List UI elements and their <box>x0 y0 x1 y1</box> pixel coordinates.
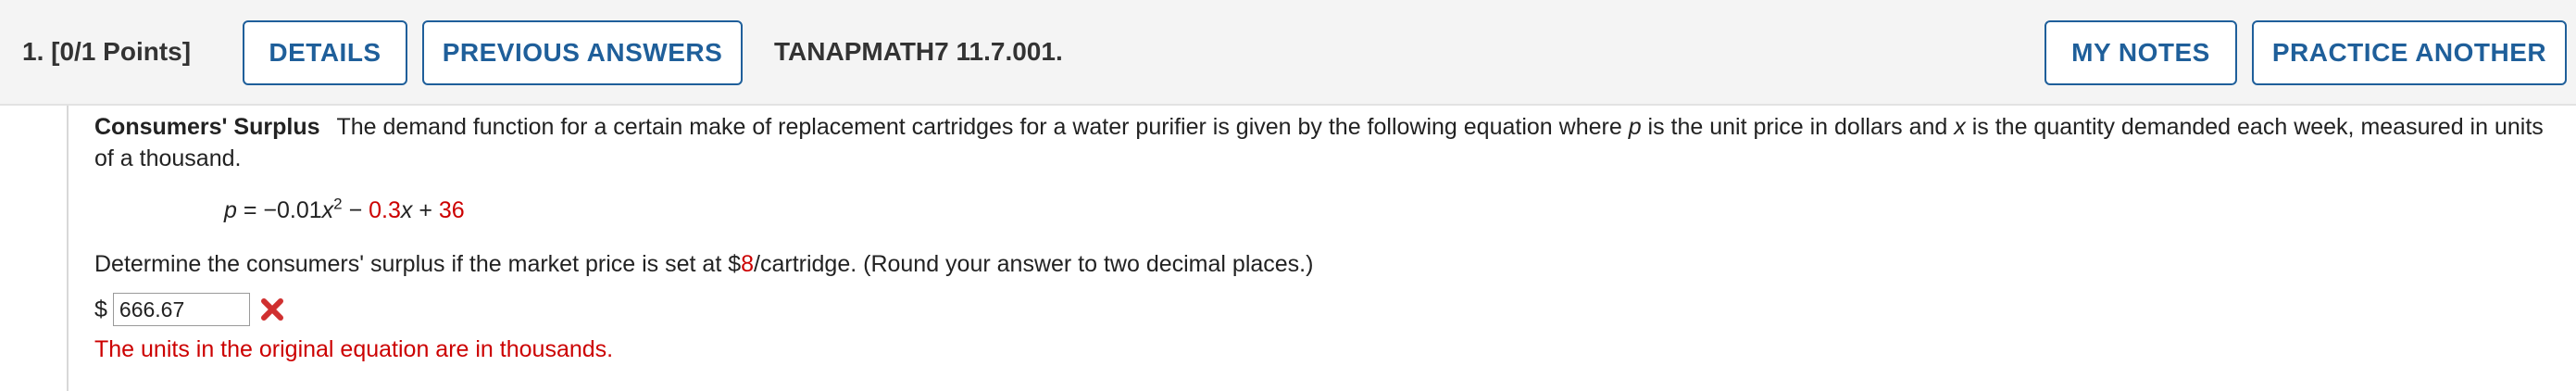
details-button[interactable]: DETAILS <box>243 20 407 85</box>
equation-x-squared-var: x <box>321 197 334 223</box>
question-text-2: /cartridge. (Round your answer to two de… <box>754 251 1314 277</box>
problem-id: TANAPMATH7 11.7.001. <box>774 37 1063 66</box>
equation-exponent: 2 <box>333 195 343 213</box>
problem-title: Consumers' Surplus <box>94 114 320 140</box>
answer-input[interactable] <box>112 293 250 326</box>
question-header: 1. [0/1 Points] DETAILS PREVIOUS ANSWERS… <box>0 0 2576 106</box>
equation-linear-coefficient: 0.3 <box>369 197 401 223</box>
practice-another-button[interactable]: PRACTICE ANOTHER <box>2252 20 2567 85</box>
question-page: 1. [0/1 Points] DETAILS PREVIOUS ANSWERS… <box>0 0 2576 391</box>
feedback-message: The units in the original equation are i… <box>94 336 614 362</box>
currency-symbol: $ <box>94 296 107 322</box>
equation-constant: 36 <box>438 197 465 223</box>
previous-answers-button[interactable]: PREVIOUS ANSWERS <box>422 20 743 85</box>
variable-p: p <box>1628 114 1642 140</box>
equation-plus: + <box>412 197 439 223</box>
market-price: 8 <box>741 251 755 277</box>
incorrect-x-icon <box>259 296 285 322</box>
equation-minus: − <box>342 197 369 223</box>
question-points-label: 1. [0/1 Points] <box>22 37 192 66</box>
demand-equation: p = −0.01x2 − 0.3x + 36 <box>224 195 2567 226</box>
variable-x: x <box>1954 114 1966 140</box>
intro-text-1: The demand function for a certain make o… <box>336 114 1629 140</box>
equation-equals: = −0.01 <box>236 197 322 223</box>
intro-text-2: is the unit price in dollars and <box>1641 114 1955 140</box>
problem-content: Consumers' Surplus The demand function fo… <box>94 111 2567 365</box>
equation-lhs: p <box>224 197 237 223</box>
problem-intro: Consumers' Surplus The demand function fo… <box>94 111 2567 174</box>
my-notes-button[interactable]: MY NOTES <box>2045 20 2237 85</box>
equation-x-var: x <box>400 197 413 223</box>
content-left-border <box>67 106 69 391</box>
answer-row: $ <box>94 291 2567 328</box>
question-text: Determine the consumers' surplus if the … <box>94 248 2567 280</box>
question-text-1: Determine the consumers' surplus if the … <box>94 251 742 277</box>
